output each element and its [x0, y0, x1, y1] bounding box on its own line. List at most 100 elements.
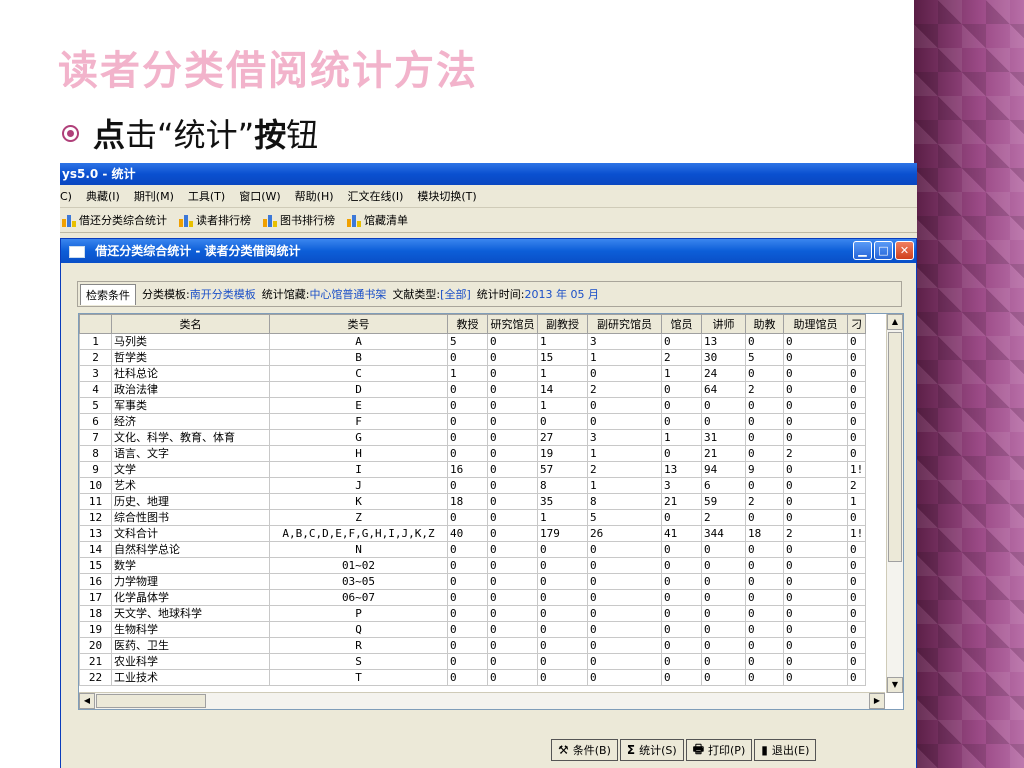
- column-header[interactable]: 助教: [745, 314, 784, 334]
- action-button[interactable]: ⚒ 条件(B): [551, 739, 618, 761]
- table-cell: 政治法律: [111, 381, 270, 398]
- table-row[interactable]: 18 天文学、地球科学 P 0 0 0 0 0 0 0 0 0: [79, 605, 867, 622]
- column-header[interactable]: 类号: [269, 314, 448, 334]
- table-cell: 天文学、地球科学: [111, 605, 270, 622]
- table-cell: 3: [587, 429, 662, 446]
- column-header[interactable]: 副研究馆员: [587, 314, 662, 334]
- menu-item[interactable]: C): [60, 190, 72, 203]
- table-row[interactable]: 5 军事类 E 0 0 1 0 0 0 0 0 0: [79, 397, 867, 414]
- bullet-bold-2: 按: [254, 116, 287, 154]
- toolbar-button[interactable]: 图书排行榜: [263, 212, 335, 228]
- table-cell: 0: [447, 381, 488, 398]
- table-row[interactable]: 13 文科合计 A,B,C,D,E,F,G,H,I,J,K,Z 40 0 179 26 41 3…: [79, 525, 867, 542]
- toolbar-label: 图书排行榜: [280, 214, 335, 227]
- table-cell: 8: [537, 477, 588, 494]
- toolbar-button[interactable]: 读者排行榜: [179, 212, 251, 228]
- table-cell: 0: [745, 573, 784, 590]
- toolbar-button[interactable]: 借还分类综合统计: [62, 212, 167, 228]
- table-cell: 0: [701, 541, 746, 558]
- column-header[interactable]: 研究馆员: [487, 314, 538, 334]
- table-row[interactable]: 16 力学物理 03~05 0 0 0 0 0 0 0 0 0: [79, 573, 867, 590]
- close-button[interactable]: ✕: [895, 241, 914, 260]
- menu-item[interactable]: 帮助(H): [295, 188, 334, 204]
- table-row[interactable]: 8 语言、文字 H 0 0 19 1 0 21 0 2 0: [79, 445, 867, 462]
- table-cell: 0: [447, 557, 488, 574]
- column-header[interactable]: 刁: [846, 314, 867, 334]
- table-row[interactable]: 1 马列类 A 5 0 1 3 0 13 0 0 0: [79, 333, 867, 350]
- action-button[interactable]: Σ 统计(S): [619, 739, 684, 761]
- table-cell: 0: [487, 365, 538, 382]
- table-row[interactable]: 20 医药、卫生 R 0 0 0 0 0 0 0 0 0: [79, 637, 867, 654]
- scroll-thumb[interactable]: [888, 332, 902, 562]
- table-cell: 20: [79, 637, 112, 654]
- table-row[interactable]: 6 经济 F 0 0 0 0 0 0 0 0 0: [79, 413, 867, 430]
- hscroll-thumb[interactable]: [96, 694, 206, 708]
- table-row[interactable]: 15 数学 01~02 0 0 0 0 0 0 0 0 0: [79, 557, 867, 574]
- column-header[interactable]: 助理馆员: [783, 314, 848, 334]
- horizontal-scrollbar[interactable]: ◀ ▶: [79, 692, 885, 709]
- menu-item[interactable]: 窗口(W): [239, 188, 280, 204]
- table-cell: 18: [79, 605, 112, 622]
- action-label: 打印(P): [708, 744, 746, 757]
- vertical-scrollbar[interactable]: ▲ ▼: [886, 314, 903, 693]
- table-cell: 21: [79, 653, 112, 670]
- table-cell: 0: [661, 637, 702, 654]
- menu-item[interactable]: 典藏(I): [86, 188, 120, 204]
- table-cell: 0: [783, 413, 848, 430]
- tab-search-conditions[interactable]: 检索条件: [80, 283, 136, 305]
- table-row[interactable]: 17 化学晶体学 06~07 0 0 0 0 0 0 0 0 0: [79, 589, 867, 606]
- column-header[interactable]: [79, 314, 112, 334]
- scroll-down-icon[interactable]: ▼: [887, 677, 903, 693]
- table-cell: 0: [487, 397, 538, 414]
- column-header[interactable]: 馆员: [661, 314, 702, 334]
- menu-item[interactable]: 模块切换(T): [417, 188, 476, 204]
- table-row[interactable]: 19 生物科学 Q 0 0 0 0 0 0 0 0 0: [79, 621, 867, 638]
- table-row[interactable]: 2 哲学类 B 0 0 15 1 2 30 5 0 0: [79, 349, 867, 366]
- menu-item[interactable]: 汇文在线(I): [348, 188, 404, 204]
- scroll-left-icon[interactable]: ◀: [79, 693, 95, 709]
- table-row[interactable]: 3 社科总论 C 1 0 1 0 1 24 0 0 0: [79, 365, 867, 382]
- table-cell: 21: [701, 445, 746, 462]
- stats-grid[interactable]: 类名 类号 教授 研究馆员 副教授 副研究馆员 馆员 讲师 助教 助理馆员刁 1 马列类 A 5 0 1 3 0…: [78, 313, 904, 710]
- action-button[interactable]: 🖶 打印(P): [685, 739, 753, 761]
- table-cell: 0: [846, 621, 867, 638]
- table-cell: 179: [537, 525, 588, 542]
- table-cell: 0: [701, 605, 746, 622]
- table-cell: G: [269, 429, 448, 446]
- table-cell: 0: [783, 397, 848, 414]
- table-row[interactable]: 7 文化、科学、教育、体育 G 0 0 27 3 1 31 0 0 0: [79, 429, 867, 446]
- table-cell: 0: [783, 429, 848, 446]
- table-cell: 0: [701, 397, 746, 414]
- table-cell: 化学晶体学: [111, 589, 270, 606]
- column-header[interactable]: 讲师: [701, 314, 746, 334]
- action-button[interactable]: ▮ 退出(E): [754, 739, 817, 761]
- stats-table: 类名 类号 教授 研究馆员 副教授 副研究馆员 馆员 讲师 助教 助理馆员刁 1 马列类 A 5 0 1 3 0…: [79, 314, 867, 686]
- minimize-button[interactable]: ▁: [853, 241, 872, 260]
- table-cell: 0: [783, 573, 848, 590]
- table-cell: 16: [79, 573, 112, 590]
- table-row[interactable]: 12 综合性图书 Z 0 0 1 5 0 2 0 0 0: [79, 509, 867, 526]
- table-cell: 18: [745, 525, 784, 542]
- table-cell: 03~05: [269, 573, 448, 590]
- menu-item[interactable]: 期刊(M): [134, 188, 174, 204]
- table-row[interactable]: 10 艺术 J 0 0 8 1 3 6 0 0 2: [79, 477, 867, 494]
- table-row[interactable]: 22 工业技术 T 0 0 0 0 0 0 0 0 0: [79, 669, 867, 686]
- table-row[interactable]: 21 农业科学 S 0 0 0 0 0 0 0 0 0: [79, 653, 867, 670]
- maximize-button[interactable]: □: [874, 241, 893, 260]
- table-cell: 0: [745, 637, 784, 654]
- scroll-up-icon[interactable]: ▲: [887, 314, 903, 330]
- table-cell: 0: [661, 557, 702, 574]
- column-header[interactable]: 类名: [111, 314, 270, 334]
- table-row[interactable]: 9 文学 I 16 0 57 2 13 94 9 0 1!: [79, 461, 867, 478]
- toolbar-button[interactable]: 馆藏清单: [347, 212, 408, 228]
- table-row[interactable]: 11 历史、地理 K 18 0 35 8 21 59 2 0 1: [79, 493, 867, 510]
- table-cell: 1: [447, 365, 488, 382]
- column-header[interactable]: 副教授: [537, 314, 588, 334]
- app-window: ys5.0 - 统计 C) 典藏(I) 期刊(M) 工具(T) 窗口(W) 帮助(H) 汇文…: [60, 163, 917, 768]
- table-row[interactable]: 4 政治法律 D 0 0 14 2 0 64 2 0 0: [79, 381, 867, 398]
- toolbar-label: 馆藏清单: [364, 214, 408, 227]
- menu-item[interactable]: 工具(T): [188, 188, 225, 204]
- column-header[interactable]: 教授: [447, 314, 488, 334]
- scroll-right-icon[interactable]: ▶: [869, 693, 885, 709]
- table-row[interactable]: 14 自然科学总论 N 0 0 0 0 0 0 0 0 0: [79, 541, 867, 558]
